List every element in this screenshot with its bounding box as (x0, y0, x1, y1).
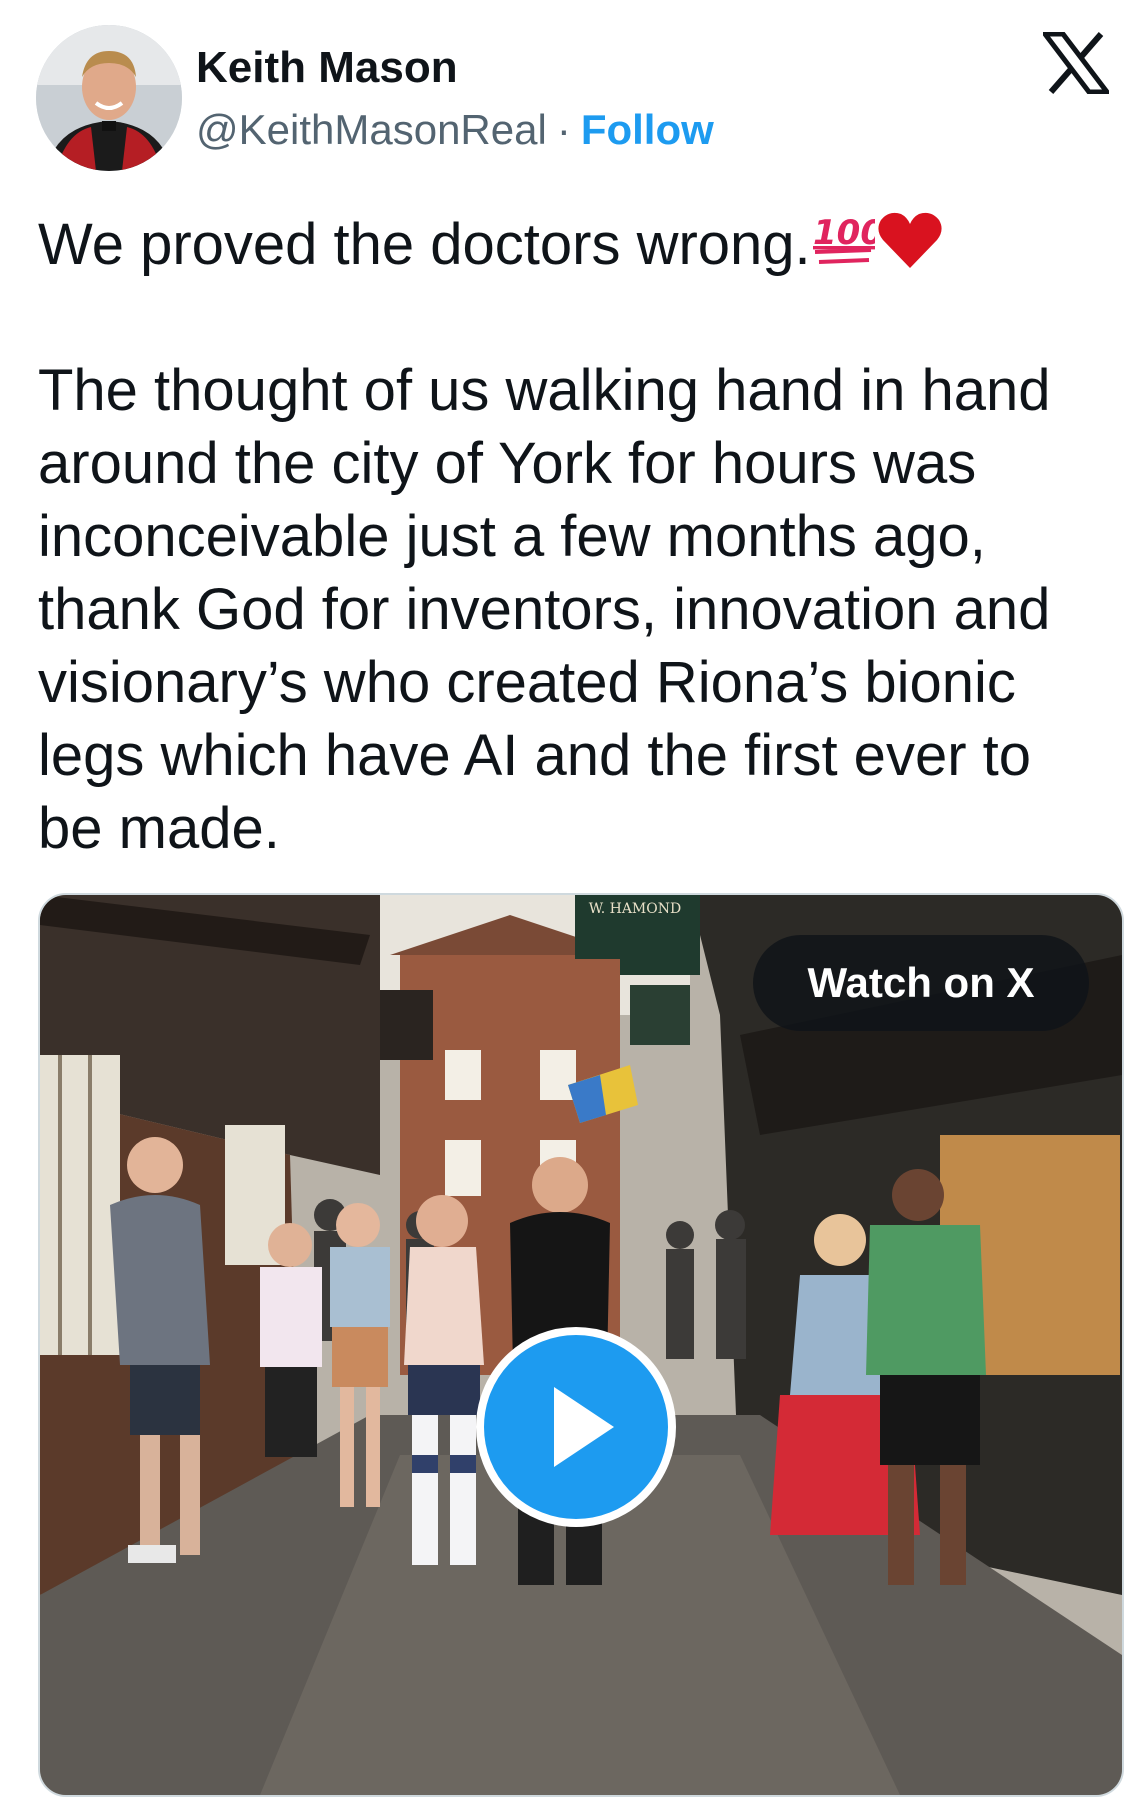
tweet-body-line: thank God for inventors, innovation and (38, 577, 1051, 642)
play-icon (554, 1387, 614, 1467)
author-handle-row: @KeithMasonReal · Follow (196, 104, 714, 156)
watch-on-x-button[interactable]: Watch on X (753, 935, 1089, 1031)
hundred-points-icon: 100 (811, 210, 884, 270)
author-handle[interactable]: @KeithMasonReal (196, 106, 547, 153)
tweet-body-line: inconceivable just a few months ago, (38, 504, 986, 569)
separator-dot: · (556, 106, 571, 153)
tweet-headline: We proved the doctors wrong. (38, 212, 811, 277)
play-button[interactable] (476, 1327, 676, 1527)
tweet-body-line: visionary’s who created Riona’s bionic (38, 650, 1016, 715)
tweet-body-line: legs which have AI and the first ever to (38, 723, 1031, 788)
tweet-body-line: be made. (38, 796, 280, 861)
avatar[interactable] (36, 25, 182, 171)
svg-text:100: 100 (813, 213, 875, 253)
follow-button[interactable]: Follow (581, 106, 714, 153)
author-name[interactable]: Keith Mason (196, 42, 458, 94)
red-heart-icon (875, 208, 945, 272)
avatar-photo (36, 25, 182, 171)
tweet-header: Keith Mason @KeithMasonReal · Follow (0, 0, 1146, 190)
x-logo-icon[interactable] (1039, 31, 1113, 95)
tweet-body-line: around the city of York for hours was (38, 431, 977, 496)
tweet-body-line: The thought of us walking hand in hand (38, 358, 1051, 423)
shop-sign-text: W. HAMOND (589, 901, 681, 917)
video-media[interactable]: W. HAMOND Watch on X (38, 893, 1124, 1797)
tweet-line-1: We proved the doctors wrong.100 (38, 208, 1118, 281)
tweet-text: We proved the doctors wrong.100 The thou… (38, 208, 1118, 865)
